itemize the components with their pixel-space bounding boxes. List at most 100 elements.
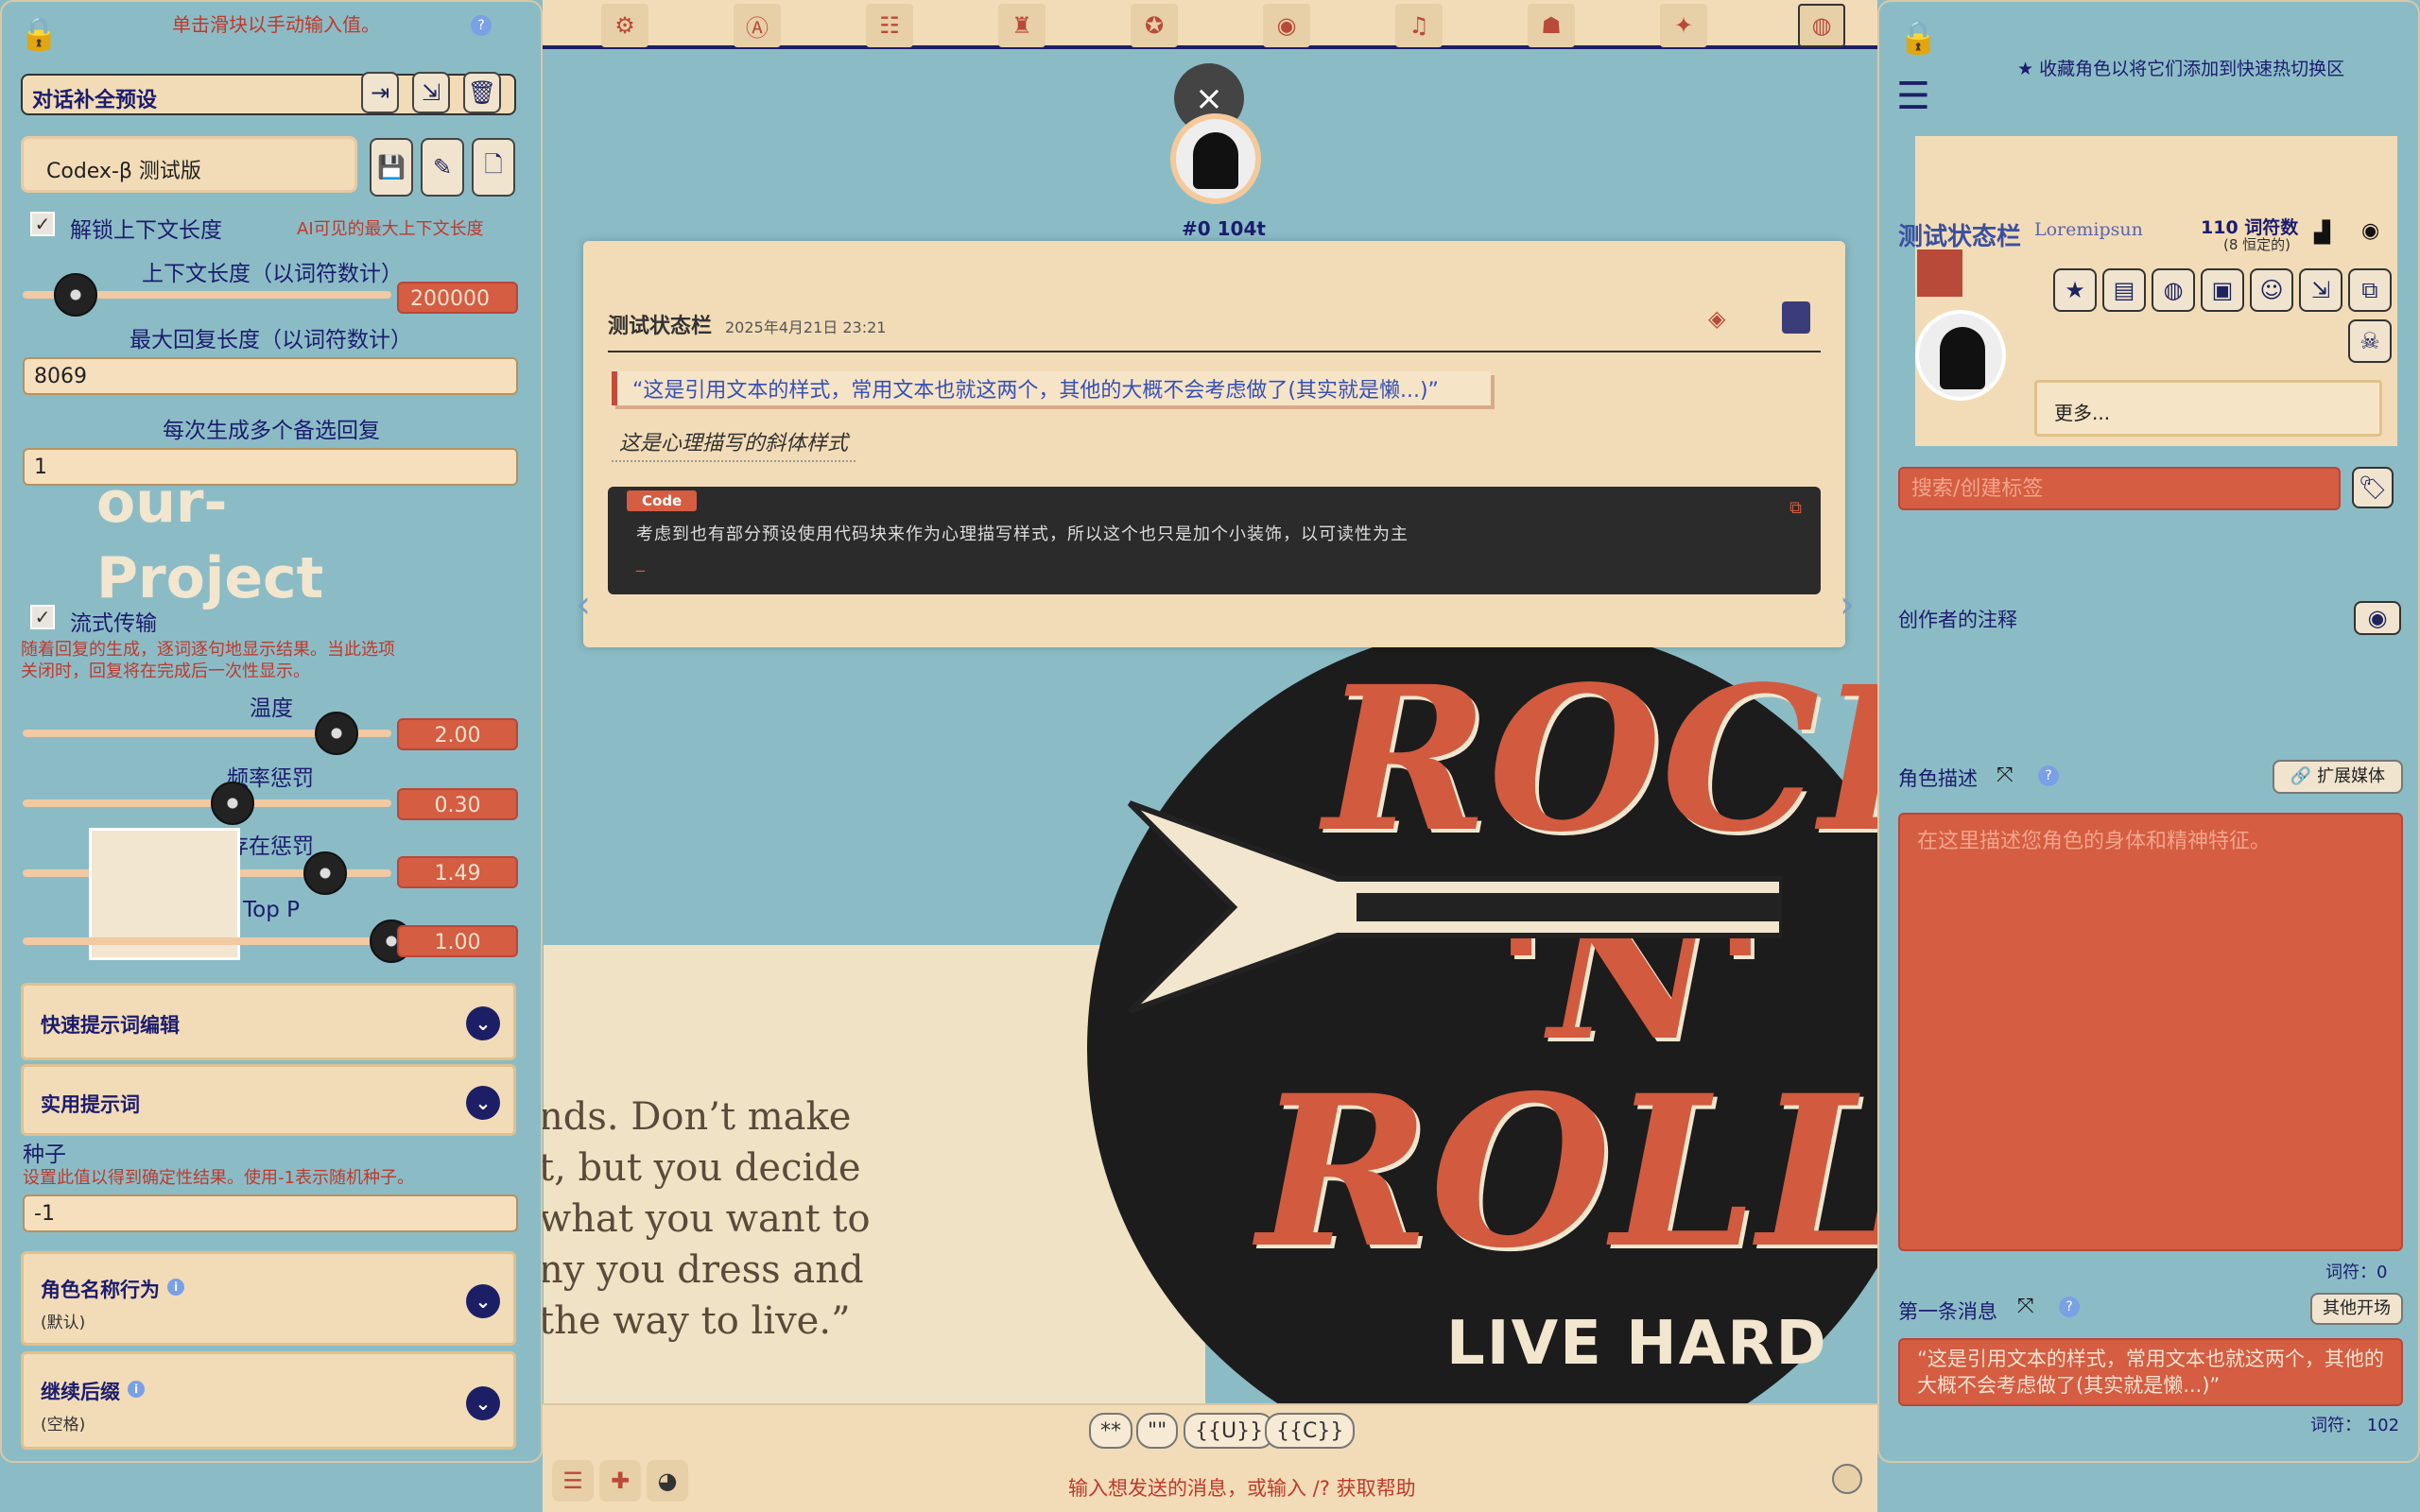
help-icon[interactable]: ? [471,15,492,36]
chevron-down-icon[interactable]: ⌄ [466,1386,500,1420]
lock-icon[interactable]: 🔒 [1898,19,1938,57]
extensions-icon[interactable]: ◉ [1263,4,1310,47]
temperature-value[interactable]: 2.00 [397,718,518,750]
character-avatar[interactable] [1915,310,2006,401]
avatar[interactable] [1170,113,1261,204]
swipe-right-icon[interactable]: › [1840,583,1855,627]
max-reply-input[interactable]: 8069 [23,357,518,395]
chevron-down-icon[interactable]: ⌄ [466,1284,500,1318]
book-icon[interactable]: ▤ [2102,268,2146,312]
top-p-value[interactable]: 1.00 [397,925,518,957]
lock-icon[interactable]: 🔒 [19,15,59,53]
smile-icon[interactable]: ☺ [2250,268,2293,312]
message-date: 2025年4月21日 23:21 [725,318,887,336]
lorem-text: Loremipsun [2034,219,2143,240]
skull-icon[interactable]: ☠ [2348,319,2392,363]
unlock-context-checkbox[interactable]: ✓ [30,212,55,236]
top-p-track[interactable] [23,937,391,945]
character-management-icon[interactable]: ☗ [1528,4,1575,47]
persona-icon[interactable]: ♫ [1395,4,1443,47]
temperature-knob[interactable] [314,712,358,755]
presence-penalty-knob[interactable] [302,851,347,895]
help-icon[interactable]: ? [2059,1297,2080,1317]
frequency-penalty-track[interactable] [23,799,391,807]
description-textarea[interactable]: 在这里描述您角色的身体和精神特征。 [1898,813,2403,1251]
file-plus-icon: 🗋 [484,150,503,178]
message-divider [608,351,1821,352]
first-message-textarea[interactable]: “这是引用文本的样式，常用文本也就这两个，其他的大概不会考虑做了(其实就是懒..… [1898,1338,2403,1406]
eye-icon[interactable]: ◉ [2354,601,2401,635]
persona-thumb-icon[interactable]: ◕ [647,1460,688,1502]
tag-icon[interactable]: 🏷 [2352,467,2394,508]
quick-reply-button[interactable]: "" [1136,1413,1179,1449]
quick-reply-button[interactable]: {{C}} [1265,1413,1356,1449]
export-preset-button[interactable]: ⇲ [412,72,450,113]
background-project-word: Project [96,545,324,611]
info-icon[interactable]: i [167,1279,184,1296]
quick-reply-button[interactable]: {{U}} [1184,1413,1275,1449]
menu-icon[interactable]: ☰ [1896,77,1930,115]
more-dropdown[interactable]: 更多... [2034,380,2382,437]
utility-prompts-accordion[interactable]: 实用提示词 ⌄ [21,1064,516,1136]
world-info-icon[interactable]: ☷ [866,4,913,47]
message-author: 测试状态栏 [608,315,713,338]
active-panel-icon[interactable]: ◍ [1798,4,1845,47]
expand-icon[interactable]: ⤧ [1996,764,2014,787]
stream-checkbox[interactable]: ✓ [30,605,55,629]
eye-icon[interactable]: ◉ [2361,219,2379,243]
other-openings-button[interactable]: 其他开场 [2310,1293,2403,1325]
user-settings-icon[interactable]: ♜ [998,4,1046,47]
expand-icon[interactable]: ⤧ [2017,1295,2034,1318]
message-edit-icon[interactable]: ◈ [1708,305,1754,334]
seed-input[interactable]: -1 [23,1194,518,1232]
quick-reply-button[interactable]: ** [1089,1413,1132,1449]
message-options-icon[interactable] [1782,301,1810,334]
rename-model-button[interactable]: ✎ [421,138,464,197]
api-connections-icon[interactable]: ⚙ [601,4,648,47]
chevron-down-icon[interactable]: ⌄ [466,1086,500,1120]
info-icon[interactable]: i [128,1381,145,1398]
extensions-menu-icon[interactable]: ✚ [599,1460,641,1502]
code-block: Code 考虑到也有部分预设使用代码块来作为心理描写样式，所以这个也只是加个小装… [608,487,1821,594]
import-preset-button[interactable]: ⇥ [361,72,399,113]
help-icon[interactable]: ? [2038,765,2059,786]
context-length-value[interactable]: 200000 [397,282,518,314]
send-icon[interactable] [1832,1464,1862,1494]
italic-thought: 这是心理描写的斜体样式 [612,426,856,462]
delete-preset-button[interactable]: 🗑 [463,72,501,113]
continue-suffix-accordion[interactable]: 继续后缀 i (空格) ⌄ [21,1351,516,1450]
ai-response-formatting-icon[interactable]: Ⓐ [734,4,781,47]
globe-icon[interactable]: ◍ [2152,268,2195,312]
background-quote-line: the way to live.” [539,1299,851,1343]
frequency-penalty-value[interactable]: 0.30 [397,788,518,820]
presence-penalty-value[interactable]: 1.49 [397,856,518,888]
passport-icon[interactable]: ▣ [2201,268,2244,312]
duplicate-icon[interactable]: ⧉ [2348,268,2392,312]
new-model-button[interactable]: 🗋 [472,138,515,197]
background-icon[interactable]: ✪ [1131,4,1178,47]
favorite-star-icon[interactable]: ★ [2053,268,2097,312]
options-menu-icon[interactable]: ☰ [552,1460,594,1502]
extra-icon[interactable]: ✦ [1660,4,1707,47]
quick-prompt-edit-accordion[interactable]: 快速提示词编辑 ⌄ [21,983,516,1060]
description-tokens: 词符：0 [2325,1263,2388,1282]
more-label: 更多... [2054,402,2111,424]
swipe-left-icon[interactable]: ‹ [576,583,591,627]
context-length-knob[interactable] [54,273,97,317]
export-icon[interactable]: ⇲ [2299,268,2342,312]
top-p-label: Top P [243,898,300,922]
copy-icon[interactable]: ⧉ [1789,498,1802,518]
char-name-behavior-accordion[interactable]: 角色名称行为 i (默认) ⌄ [21,1251,516,1346]
stats-icon[interactable]: ▟ [2314,221,2330,245]
save-model-button[interactable]: 💾 [370,138,413,197]
avatar-meta: #0 104t [1182,217,1266,240]
expand-media-button[interactable]: 🔗 扩展媒体 [2273,760,2403,794]
model-select[interactable]: Codex-β 测试版 [21,136,357,193]
message-input[interactable]: 输入想发送的消息，或输入 /? 获取帮助 [1068,1473,1416,1502]
pencil-icon: ✎ [432,154,453,180]
stream-label: 流式传输 [70,611,157,636]
expand-media-label: 扩展媒体 [2317,766,2386,786]
tag-search-input[interactable]: 搜索/创建标签 [1898,467,2341,510]
frequency-penalty-knob[interactable] [211,782,255,825]
chevron-down-icon[interactable]: ⌄ [466,1006,500,1040]
